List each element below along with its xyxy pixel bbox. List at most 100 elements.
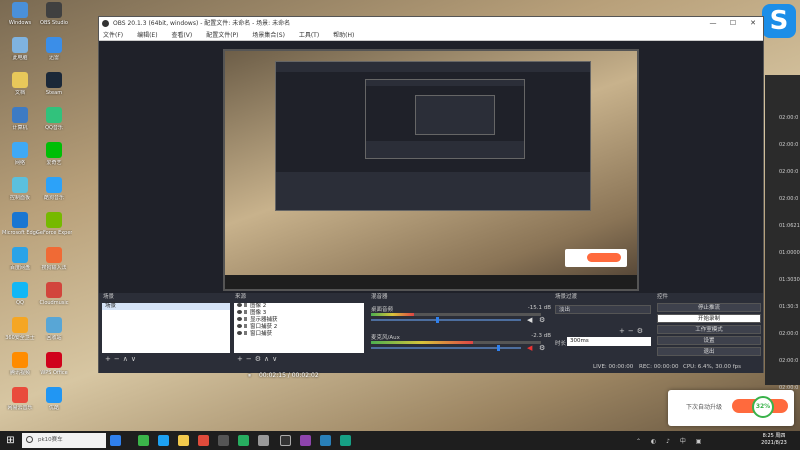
desktop-icon[interactable]: 文档 [2, 72, 38, 96]
app-icon[interactable] [258, 435, 269, 446]
source-item[interactable]: 图像 2 [234, 303, 364, 310]
desktop-icon[interactable]: 计算机 [2, 107, 38, 131]
desktop-icon[interactable]: QQ [2, 282, 38, 306]
source-item[interactable]: 图像 3 [234, 310, 364, 317]
menu-edit[interactable]: 编辑(E) [137, 32, 157, 39]
desktop-icon[interactable]: 酷狗音乐 [36, 177, 72, 201]
title-bar[interactable]: OBS 20.1.3 (64bit, windows) - 配置文件: 未命名 … [99, 17, 763, 30]
desktop-icon[interactable]: Microsoft Edge [2, 212, 38, 236]
studio-mode-button[interactable]: 工作室模式 [657, 325, 761, 334]
eye-icon[interactable] [237, 317, 242, 321]
app-icon [46, 282, 62, 298]
source-item[interactable]: 显示器捕获 [234, 317, 364, 324]
volume-slider-handle[interactable] [435, 317, 439, 323]
app-icon[interactable] [218, 435, 229, 446]
taskbar-search-input[interactable]: pk10赛车 [22, 433, 106, 448]
stop-streaming-button[interactable]: 停止推流 [657, 303, 761, 312]
exit-button[interactable]: 退出 [657, 347, 761, 356]
volume-slider-handle[interactable] [497, 345, 501, 351]
desktop-icon[interactable]: OBS Studio [36, 2, 72, 26]
desktop-icon[interactable]: Cloudmusic [36, 282, 72, 306]
pause-icon[interactable]: ⏸ [248, 372, 251, 379]
minimize-button[interactable]: — [703, 17, 723, 30]
windows-start-icon[interactable]: ⊞ [4, 434, 17, 447]
desktop-icon[interactable]: QQ音乐 [36, 107, 72, 131]
folder-icon[interactable] [178, 435, 189, 446]
desktop-icon[interactable]: Windows [2, 2, 38, 26]
app-logo-icon[interactable]: S [762, 4, 796, 38]
app-icon[interactable] [320, 435, 331, 446]
clock[interactable]: 8:25 周四 2021/8/23 [752, 433, 796, 447]
desktop-icon[interactable]: 网络 [2, 142, 38, 166]
duration-input[interactable]: 300ms [567, 337, 651, 346]
desktop-icon[interactable]: Steam [36, 72, 72, 96]
app-icon[interactable] [158, 435, 169, 446]
app-icon[interactable] [340, 435, 351, 446]
lock-icon[interactable] [244, 331, 247, 335]
desktop-icon[interactable]: 爱奇艺 [36, 142, 72, 166]
edge-icon[interactable] [110, 435, 121, 446]
upgrade-notification[interactable]: 下次自动升级 32% [668, 390, 794, 426]
menu-help[interactable]: 帮助(H) [333, 32, 354, 39]
lock-icon[interactable] [244, 310, 247, 314]
menu-tools[interactable]: 工具(T) [299, 32, 319, 39]
menu-view[interactable]: 查看(V) [171, 32, 192, 39]
desktop-icon[interactable]: 优酷 [36, 387, 72, 411]
app-icon[interactable] [198, 435, 209, 446]
scene-item[interactable]: 场景 [102, 303, 230, 310]
desktop-icon[interactable]: GeForce Experience [36, 212, 72, 236]
app-icon[interactable] [300, 435, 311, 446]
system-tray[interactable]: ⌃ ◐ ♪ 中 ▣ [636, 436, 705, 445]
transition-select[interactable]: 淡出 [555, 305, 651, 314]
transition-settings-icon[interactable]: ⚙ [637, 327, 646, 335]
menu-scene-collection[interactable]: 场景集合(S) [252, 32, 285, 39]
eye-icon[interactable] [237, 303, 242, 307]
desktop-icon[interactable]: 控制面板 [2, 177, 38, 201]
desktop-icon[interactable]: 此电脑 [2, 37, 38, 61]
desktop-icon-label: GeForce Experience [36, 230, 72, 236]
preview-area [99, 41, 763, 305]
preview-canvas[interactable] [223, 49, 639, 291]
scenes-dock: 场景 场景 +−∧∨ [101, 293, 231, 365]
lock-icon[interactable] [244, 317, 247, 321]
volume-slider[interactable] [371, 317, 521, 323]
speaker-icon[interactable]: ◀ [527, 316, 532, 324]
eye-icon[interactable] [237, 331, 242, 335]
nested-taskbar [225, 275, 637, 289]
eye-icon[interactable] [237, 310, 242, 314]
desktop-icon-label: QQ [16, 300, 24, 306]
gear-icon[interactable]: ⚙ [539, 344, 545, 352]
eye-icon[interactable] [237, 324, 242, 328]
desktop-icon[interactable]: WPS Office [36, 352, 72, 376]
desktop-icon[interactable]: 百度网盘 [2, 247, 38, 271]
menu-profile[interactable]: 配置文件(P) [206, 32, 238, 39]
desktop-icon[interactable]: 360安全卫士 [2, 317, 38, 341]
lock-icon[interactable] [244, 324, 247, 328]
desktop-icon[interactable]: 网易云音乐 [2, 387, 38, 411]
gear-icon[interactable]: ⚙ [539, 316, 545, 324]
app-icon[interactable] [138, 435, 149, 446]
maximize-button[interactable]: ☐ [723, 17, 743, 30]
lock-icon[interactable] [244, 303, 247, 307]
source-item[interactable]: 窗口捕获 [234, 331, 364, 338]
desktop-icon[interactable]: 回收站 [36, 317, 72, 341]
desktop-icon[interactable]: 腾讯视频 [2, 352, 38, 376]
volume-slider[interactable] [371, 345, 521, 351]
desktop-icon[interactable]: 迅雷 [36, 37, 72, 61]
remove-transition-icon[interactable]: − [628, 327, 637, 335]
playback-time: 00:02:15 / 00:02:02 [258, 372, 319, 379]
window-title: OBS 20.1.3 (64bit, windows) - 配置文件: 未命名 … [113, 20, 291, 27]
settings-button[interactable]: 设置 [657, 336, 761, 345]
close-button[interactable]: ✕ [743, 17, 763, 30]
start-recording-button[interactable]: 开始录制 [657, 314, 761, 323]
app-icon[interactable] [238, 435, 249, 446]
add-transition-icon[interactable]: + [619, 327, 628, 335]
app-icon [12, 142, 28, 158]
muted-speaker-icon[interactable]: ◀ [527, 344, 532, 352]
desktop-icon[interactable]: 搜狗输入法 [36, 247, 72, 271]
menu-file[interactable]: 文件(F) [103, 32, 123, 39]
source-item[interactable]: 窗口捕获 2 [234, 324, 364, 331]
app-icon [12, 352, 28, 368]
timestamp: 01:30:3 [779, 304, 799, 310]
obs-taskbar-icon[interactable] [280, 435, 291, 446]
